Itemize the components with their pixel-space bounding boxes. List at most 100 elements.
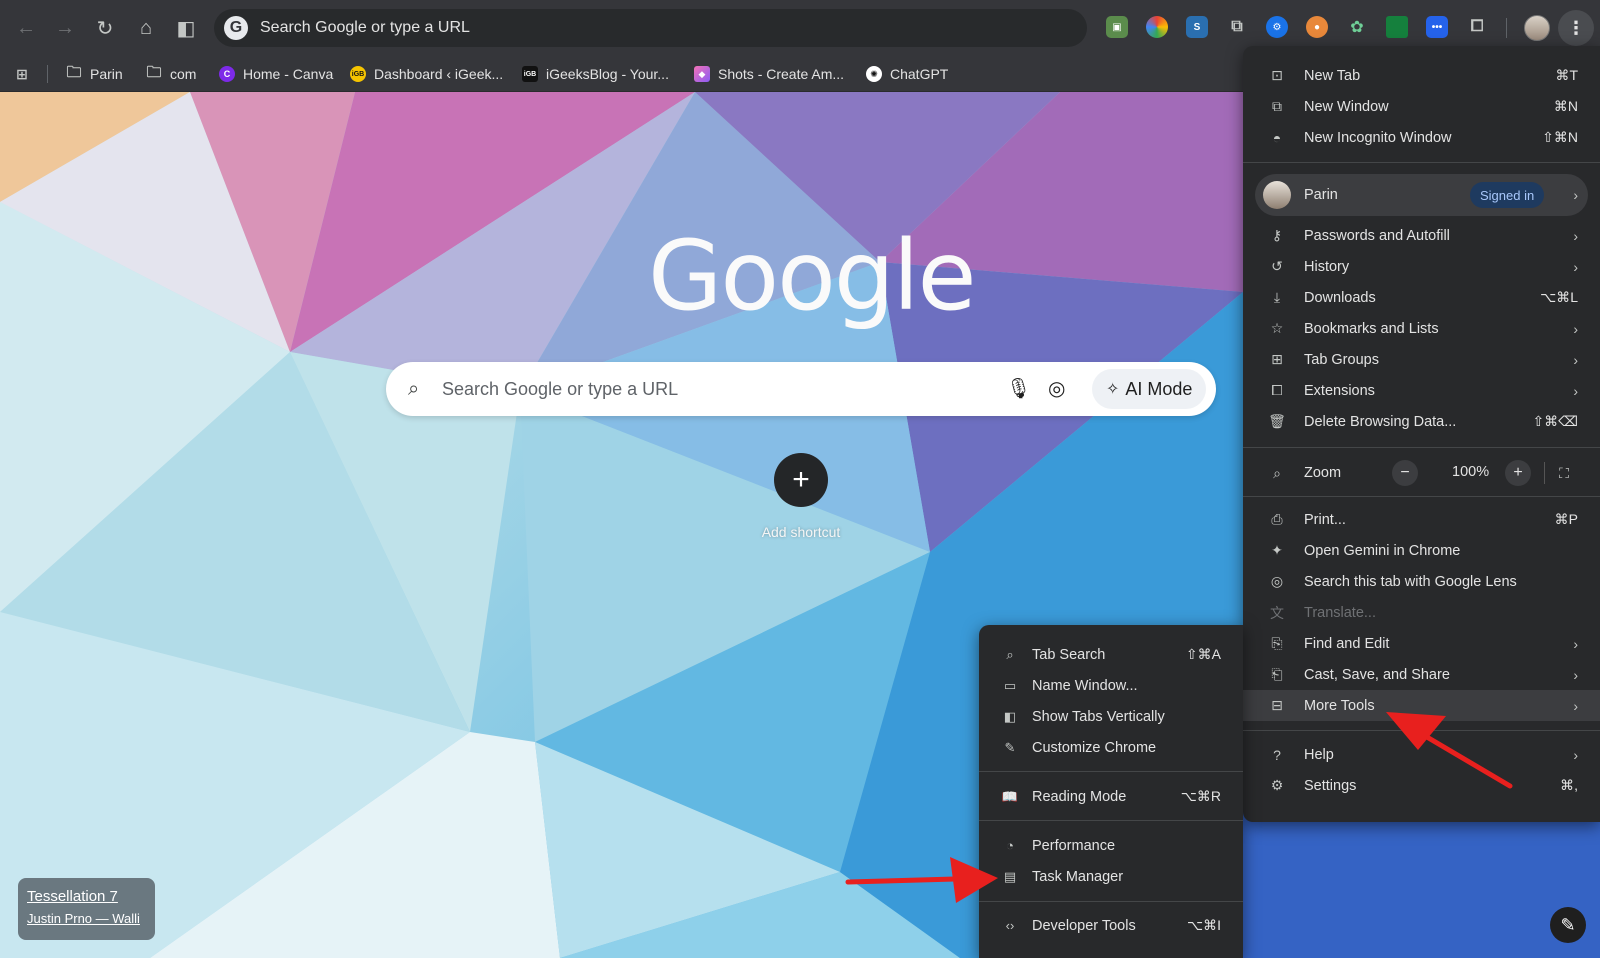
menu-item-bookmarks[interactable]: ☆ Bookmarks and Lists › [1243,313,1600,344]
speedometer-icon: ◔ [1006,838,1014,853]
chevron-right-icon: › [1573,697,1578,714]
google-lens-icon[interactable]: ◎ [1048,376,1065,401]
submenu-item-name-window[interactable]: ▭ Name Window... [979,670,1243,701]
more-tools-submenu: ⌕ Tab Search ⇧⌘A ▭ Name Window... ◧ Show… [979,625,1243,958]
extension-color-icon[interactable] [1146,16,1168,38]
ai-mode-button[interactable]: ✧ AI Mode [1092,369,1207,409]
extension-dots-icon[interactable]: ••• [1426,16,1448,38]
bookmark-item[interactable]: 🗀 com [146,63,196,85]
address-bar[interactable]: G Search Google or type a URL [214,9,1087,47]
bookmark-item[interactable]: ✺ ChatGPT [866,63,948,85]
puzzle-icon: ⧠ [1271,382,1283,398]
lens-icon: ◎ [1270,573,1284,589]
download-icon: ⤓ [1273,289,1281,305]
menu-item-passwords[interactable]: ⚷ Passwords and Autofill › [1243,220,1600,251]
menu-item-new-tab[interactable]: ⊡ New Tab ⌘T [1243,60,1600,91]
profile-avatar[interactable] [1524,15,1550,41]
zoom-in-button[interactable]: + [1505,460,1531,486]
menu-item-google-lens[interactable]: ◎ Search this tab with Google Lens [1243,566,1600,597]
home-icon[interactable]: ⌂ [130,12,162,44]
menu-item-delete-data[interactable]: 🗑 Delete Browsing Data... ⇧⌘⌫ [1243,406,1600,437]
folder-icon: 🗀 [66,63,82,81]
folder-icon: 🗀 [146,63,162,81]
extension-sheet-icon[interactable] [1386,16,1408,38]
gear-icon: ⚙ [1270,777,1284,793]
reload-icon[interactable]: ↻ [89,12,121,44]
gemini-sparkle-icon: ✦ [1271,542,1283,558]
menu-divider [1243,162,1600,163]
submenu-item-reading-mode[interactable]: 📖 Reading Mode ⌥⌘R [979,781,1243,812]
bookmark-item[interactable]: iGB iGeeksBlog - Your... [522,63,669,85]
add-shortcut-label: Add shortcut [761,524,841,540]
submenu-item-customize-chrome[interactable]: ✎ Customize Chrome [979,732,1243,763]
key-icon: ⚷ [1271,227,1283,243]
extension-bug-icon[interactable]: ✿ [1346,16,1368,38]
apps-grid-icon[interactable]: ⊞ [14,63,38,85]
extensions-puzzle-icon[interactable]: ⧠ [1466,16,1488,38]
back-icon[interactable]: ← [10,12,42,44]
menu-item-cast-save[interactable]: ⎗ Cast, Save, and Share › [1243,659,1600,690]
chrome-menu-button[interactable]: ⋮ [1558,10,1594,46]
menu-item-tab-groups[interactable]: ⊞ Tab Groups › [1243,344,1600,375]
bookmark-item[interactable]: C Home - Canva [219,63,333,85]
chevron-right-icon: › [1573,227,1578,244]
search-icon: ⌕ [408,378,420,400]
menu-item-settings[interactable]: ⚙ Settings ⌘, [1243,770,1600,801]
extension-chat-icon[interactable]: ▣ [1106,16,1128,38]
chevron-right-icon: › [1573,320,1578,337]
trash-icon: 🗑 [1268,413,1286,429]
submenu-item-performance[interactable]: ◔ Performance [979,830,1243,861]
extension-gear-icon[interactable]: ⚙ [1266,16,1288,38]
chevron-right-icon: › [1573,746,1578,763]
menu-item-downloads[interactable]: ⤓ Downloads ⌥⌘L [1243,282,1600,313]
code-brackets-icon: ‹› [1005,918,1015,933]
menu-item-extensions[interactable]: ⧠ Extensions › [1243,375,1600,406]
attribution-author-link[interactable]: Justin Prno — Walli [27,911,146,926]
google-g-icon: G [224,16,248,40]
bookmark-item[interactable]: ◆ Shots - Create Am... [694,63,844,85]
vertical-tabs-icon: ◧ [1003,708,1017,724]
incognito-icon: ◓ [1272,129,1282,146]
menu-item-find-edit[interactable]: ⎘ Find and Edit › [1243,628,1600,659]
printer-icon: ⎙ [1271,511,1283,527]
submenu-divider [979,901,1243,902]
canva-icon: C [219,66,235,82]
menu-item-history[interactable]: ↺ History › [1243,251,1600,282]
address-bar-text: Search Google or type a URL [260,19,470,36]
menu-item-more-tools[interactable]: ⊟ More Tools › [1243,690,1600,721]
signed-in-badge: Signed in [1470,182,1545,208]
menu-item-help[interactable]: ? Help › [1243,739,1600,770]
extension-copy-icon[interactable]: ⧉ [1226,16,1248,38]
customize-pencil-icon[interactable]: ✎ [1550,907,1586,943]
tab-search-icon: ⌕ [1006,646,1014,662]
fullscreen-icon[interactable]: ⛶ [1552,461,1576,485]
zoom-out-button[interactable]: − [1392,460,1418,486]
split-view-icon[interactable]: ◧ [170,12,202,44]
forward-icon[interactable]: → [49,12,81,44]
submenu-divider [979,771,1243,772]
extension-seo-icon[interactable]: S [1186,16,1208,38]
menu-profile-row[interactable]: Parin Signed in › [1255,174,1588,216]
menu-item-print[interactable]: ⎙ Print... ⌘P [1243,504,1600,535]
submenu-item-task-manager[interactable]: ▤ Task Manager [979,861,1243,892]
translate-icon: 文 [1270,604,1284,621]
menu-item-gemini[interactable]: ✦ Open Gemini in Chrome [1243,535,1600,566]
toolbar-divider [1506,18,1507,38]
bookmark-item[interactable]: iGB Dashboard ‹ iGeek... [350,63,503,85]
extension-fox-icon[interactable]: ● [1306,16,1328,38]
submenu-item-vertical-tabs[interactable]: ◧ Show Tabs Vertically [979,701,1243,732]
attribution-title-link[interactable]: Tessellation 7 [27,888,146,905]
menu-item-zoom: ⌕ Zoom − 100% + ⛶ [1243,456,1600,490]
ntp-search-box[interactable]: ⌕ Search Google or type a URL 🎙 ◎ ✧ AI M… [386,362,1216,416]
shots-icon: ◆ [694,66,710,82]
menu-item-new-window[interactable]: ⧉ New Window ⌘N [1243,91,1600,122]
ai-sparkle-icon: ✧ [1106,381,1120,398]
profile-avatar-small [1263,181,1291,209]
submenu-item-developer-tools[interactable]: ‹› Developer Tools ⌥⌘I [979,910,1243,941]
microphone-icon[interactable]: 🎙 [1006,376,1031,401]
bookmark-item[interactable]: 🗀 Parin [66,63,122,85]
add-shortcut-button[interactable]: + [774,453,828,507]
chevron-right-icon: › [1573,382,1578,399]
menu-item-new-incognito[interactable]: ◓ New Incognito Window ⇧⌘N [1243,122,1600,153]
submenu-item-tab-search[interactable]: ⌕ Tab Search ⇧⌘A [979,639,1243,670]
